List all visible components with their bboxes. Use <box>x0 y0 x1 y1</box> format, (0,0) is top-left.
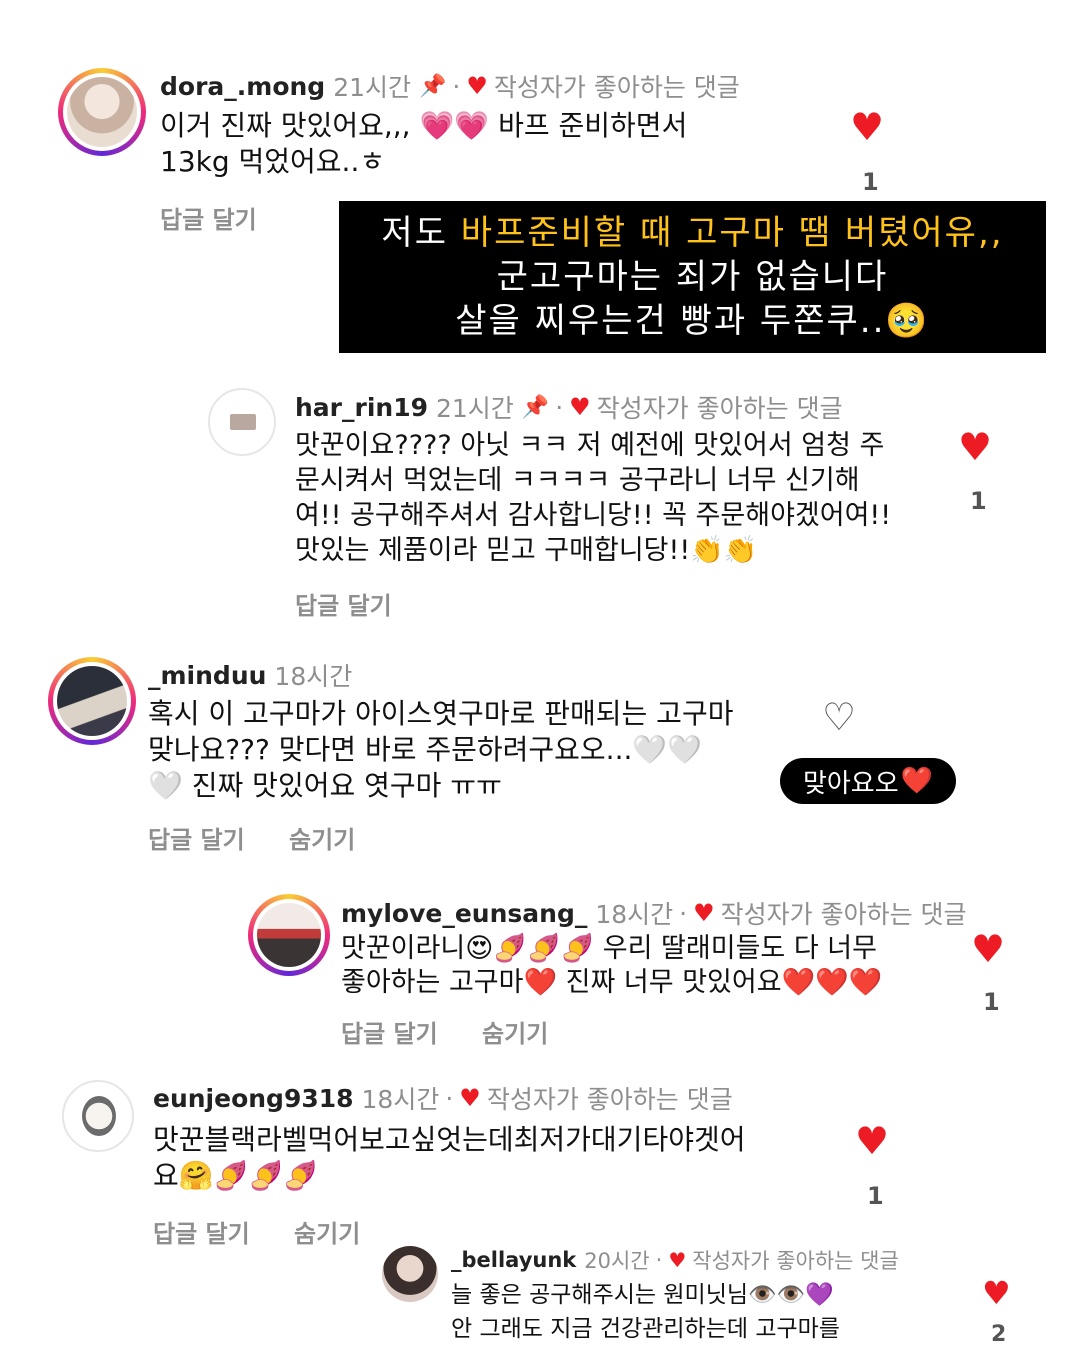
comment-line: 맛꾼블랙라벨먹어보고싶엇는데최저가대기타야겟어 <box>153 1123 746 1156</box>
avatar[interactable] <box>58 68 146 156</box>
avatar[interactable] <box>382 1246 438 1302</box>
comment-line: 문시켜서 먹었는데 ㅋㅋㅋㅋ 공구라니 너무 신기해 <box>295 465 860 496</box>
like-count: 1 <box>970 487 987 515</box>
username[interactable]: _minduu <box>148 661 266 690</box>
hide-button[interactable]: 숨기기 <box>482 1020 548 1048</box>
username[interactable]: _bellayunk <box>451 1248 576 1272</box>
comment-line: 이거 진짜 맛있어요,,, 💗💗 바프 준비하면서 <box>160 109 688 142</box>
avatar[interactable] <box>62 1080 134 1152</box>
liked-by-author-label: 작성자가 좋아하는 댓글 <box>493 73 740 102</box>
hide-button[interactable]: 숨기기 <box>294 1220 360 1248</box>
comment-actions: 답글 달기 <box>160 200 293 235</box>
liked-by-author-label: 작성자가 좋아하는 댓글 <box>692 1249 899 1273</box>
comment-meta: dora_.mong 21시간 📌 · ♥ 작성자가 좋아하는 댓글 <box>160 68 740 104</box>
comment-text: 이거 진짜 맛있어요,,, 💗💗 바프 준비하면서 13kg 먹었어요..ㅎ <box>160 108 687 180</box>
comment-text: 맛꾼블랙라벨먹어보고싶엇는데최저가대기타야겟어 요🤗🍠🍠🍠 <box>153 1122 745 1194</box>
username[interactable]: mylove_eunsang_ <box>341 899 587 928</box>
reply-button[interactable]: 답글 달기 <box>160 206 257 234</box>
comment-line: 좋아하는 고구마❤️ 진짜 너무 맛있어요❤️❤️❤️ <box>341 967 883 998</box>
reply-bubble-text: 맞아요오 <box>802 768 899 799</box>
comment-line: 요🤗🍠🍠🍠 <box>153 1159 319 1192</box>
liked-heart-icon: ♥ <box>466 72 488 100</box>
timestamp: 18시간 <box>595 900 674 929</box>
separator-dot: · <box>655 1248 663 1272</box>
caption-line-3: 살을 찌우는건 빵과 두쫀쿠..🥹 <box>455 301 930 341</box>
liked-heart-icon: ♥ <box>459 1084 481 1112</box>
separator-dot: · <box>679 898 688 928</box>
caption-prefix: 저도 <box>381 213 461 253</box>
caption-overlay: 저도 바프준비할 때 고구마 땜 버텼어유,, 군고구마는 죄가 없습니다 살을… <box>339 201 1046 353</box>
comment-line: 맛있는 제품이라 믿고 구매합니당!!👏👏 <box>295 535 758 566</box>
like-count: 1 <box>983 988 1000 1016</box>
like-outline-heart-icon[interactable]: ♡ <box>822 698 856 736</box>
like-heart-icon[interactable]: ♥ <box>971 930 1005 968</box>
avatar[interactable] <box>248 894 330 976</box>
liked-heart-icon: ♥ <box>569 393 591 421</box>
comment-meta: eunjeong9318 18시간 · ♥ 작성자가 좋아하는 댓글 <box>153 1080 733 1116</box>
comment-line: 여!! 공구해주셔서 감사합니당!! 꼭 주문해야겠어여!! <box>295 500 892 531</box>
reply-button[interactable]: 답글 달기 <box>295 592 392 620</box>
liked-by-author-label: 작성자가 좋아하는 댓글 <box>720 900 967 929</box>
reply-button[interactable]: 답글 달기 <box>153 1220 250 1248</box>
timestamp: 18시간 <box>361 1085 440 1114</box>
avatar[interactable] <box>208 388 276 456</box>
comment-line: 13kg 먹었어요..ㅎ <box>160 145 386 178</box>
comment-line: 늘 좋은 공구해주시는 원미닛님👁️👁️💜 <box>451 1282 834 1308</box>
reply-bubble: 맞아요오 ❤️ <box>780 758 956 804</box>
hide-button[interactable]: 숨기기 <box>289 826 355 854</box>
caption-line-2: 군고구마는 죄가 없습니다 <box>496 257 889 297</box>
like-count: 1 <box>867 1182 884 1210</box>
timestamp: 21시간 <box>435 394 514 423</box>
timestamp: 21시간 <box>333 73 411 102</box>
liked-heart-icon: ♥ <box>668 1248 687 1272</box>
comment-line: 안 그래도 지금 건강관리하는데 고구마를 <box>451 1316 840 1342</box>
like-heart-icon[interactable]: ♥ <box>850 108 884 146</box>
like-heart-icon[interactable]: ♥ <box>982 1274 1011 1312</box>
reply-button[interactable]: 답글 달기 <box>148 826 245 854</box>
username[interactable]: eunjeong9318 <box>153 1084 354 1113</box>
pin-icon: 📌 <box>419 73 447 99</box>
caption-highlight: 바프준비할 때 고구마 땜 버텼어유,, <box>460 213 1004 253</box>
comment-actions: 답글 달기 숨기기 <box>341 1014 584 1049</box>
comment-meta: _bellayunk 20시간 · ♥ 작성자가 좋아하는 댓글 <box>451 1245 899 1275</box>
timestamp: 20시간 <box>584 1249 650 1273</box>
like-count: 2 <box>991 1322 1007 1347</box>
like-heart-icon[interactable]: ♥ <box>855 1122 889 1160</box>
caption-line-1: 저도 바프준비할 때 고구마 땜 버텼어유,, <box>339 211 1046 255</box>
heart-emoji: ❤️ <box>900 766 934 796</box>
timestamp: 18시간 <box>274 662 353 691</box>
comment-actions: 답글 달기 숨기기 <box>148 820 391 855</box>
reply-button[interactable]: 답글 달기 <box>341 1020 438 1048</box>
comment-actions: 답글 달기 <box>295 586 428 621</box>
liked-by-author-label: 작성자가 좋아하는 댓글 <box>596 394 843 423</box>
comment-text: 늘 좋은 공구해주시는 원미닛님👁️👁️💜 안 그래도 지금 건강관리하는데 고… <box>451 1278 840 1346</box>
username[interactable]: har_rin19 <box>295 393 428 422</box>
comment-line: 혹시 이 고구마가 아이스엿구마로 판매되는 고구마 <box>148 697 734 730</box>
comment-text: 맛꾼이요???? 아닛 ㅋㅋ 저 예전에 맛있어서 엄청 주 문시켜서 먹었는데… <box>295 428 891 568</box>
avatar[interactable] <box>48 657 136 745</box>
comment-meta: mylove_eunsang_ 18시간 · ♥ 작성자가 좋아하는 댓글 <box>341 895 967 931</box>
comment-text: 맛꾼이라니😍🍠🍠🍠 우리 딸래미들도 다 너무 좋아하는 고구마❤️ 진짜 너무… <box>341 932 882 1000</box>
like-heart-icon[interactable]: ♥ <box>958 428 992 466</box>
comment-line: 맛꾼이라니😍🍠🍠🍠 우리 딸래미들도 다 너무 <box>341 933 877 964</box>
separator-dot: · <box>452 71 461 101</box>
comment-line: 🤍 진짜 맛있어요 엿구마 ㅠㅠ <box>148 769 502 802</box>
username[interactable]: dora_.mong <box>160 72 325 101</box>
comment-meta: har_rin19 21시간 📌 · ♥ 작성자가 좋아하는 댓글 <box>295 389 843 425</box>
comment-line: 맞나요??? 맞다면 바로 주문하려구요오...🤍🤍 <box>148 733 703 766</box>
pin-icon: 📌 <box>521 394 550 420</box>
liked-heart-icon: ♥ <box>693 899 715 927</box>
comment-meta: _minduu 18시간 <box>148 657 352 693</box>
comment-text: 혹시 이 고구마가 아이스엿구마로 판매되는 고구마 맞나요??? 맞다면 바로… <box>148 696 733 804</box>
separator-dot: · <box>555 392 564 422</box>
comment-actions: 답글 달기 숨기기 <box>153 1214 396 1249</box>
like-count: 1 <box>862 168 879 196</box>
separator-dot: · <box>445 1083 454 1113</box>
comment-line: 맛꾼이요???? 아닛 ㅋㅋ 저 예전에 맛있어서 엄청 주 <box>295 430 885 461</box>
liked-by-author-label: 작성자가 좋아하는 댓글 <box>486 1085 733 1114</box>
